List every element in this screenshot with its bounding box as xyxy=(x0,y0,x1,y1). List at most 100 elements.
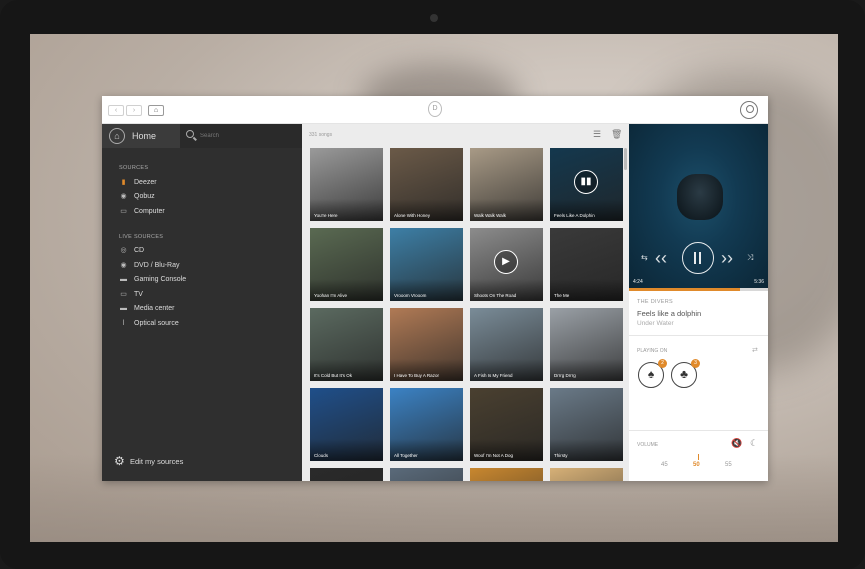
edit-sources-button[interactable]: ⚙ Edit my sources xyxy=(114,455,234,469)
mute-icon[interactable]: 🔇 xyxy=(731,438,742,449)
album-tile[interactable]: The Me xyxy=(550,228,623,301)
top-bar: ‹ › ⌂ D xyxy=(102,96,768,124)
forward-button[interactable]: › xyxy=(126,105,142,116)
progress-fill xyxy=(629,288,741,291)
album-title: Yoohan I'm Alive xyxy=(314,293,347,298)
album-tile[interactable]: A Fish Is My Friend xyxy=(470,308,543,381)
tv-icon: ▭ xyxy=(120,291,127,298)
source-qobuz[interactable]: ◉ Qobuz xyxy=(119,192,279,204)
progress-bar[interactable] xyxy=(629,288,768,291)
previous-icon[interactable]: ‹‹ xyxy=(655,248,667,269)
album-tile[interactable]: ▶ Shoots On The Road xyxy=(470,228,543,301)
equalizer-icon[interactable]: ▮▮ xyxy=(574,170,598,194)
album-tile[interactable]: Alone With Honey xyxy=(390,148,463,221)
search-input[interactable] xyxy=(200,130,295,142)
album-tile[interactable]: Clouds xyxy=(310,388,383,461)
album-tile[interactable]: Walk Walk Walk xyxy=(470,148,543,221)
album-title: Alone With Honey xyxy=(394,213,431,218)
playing-on-label: PLAYING ON xyxy=(637,348,668,354)
list-view-icon[interactable]: ☰ xyxy=(593,130,605,139)
album-title: A Fish Is My Friend xyxy=(474,373,513,378)
device-speaker[interactable]: ♠ 2 xyxy=(638,359,667,388)
cd-icon: ◎ xyxy=(120,247,127,254)
album-tile[interactable]: Vrooom Vrooom xyxy=(390,228,463,301)
album-tile[interactable]: It's Cold But It's Ok xyxy=(310,308,383,381)
repeat-icon[interactable]: ⇆ xyxy=(641,253,648,262)
album-tile[interactable]: You're Here xyxy=(310,148,383,221)
home-label: Home xyxy=(132,131,157,141)
home-button[interactable]: ⌂ Home xyxy=(102,124,180,148)
source-gaming-console[interactable]: ▬ Gaming Console xyxy=(119,275,279,287)
song-count: 331 songs xyxy=(309,132,333,138)
track-title: Feels like a dolphin xyxy=(637,309,702,318)
album-tile[interactable]: Yoohan I'm Alive xyxy=(310,228,383,301)
album-title: Feels Like A Dolphin xyxy=(554,213,595,218)
album-tile[interactable]: All Together xyxy=(390,388,463,461)
volume-tick-selected: 50 xyxy=(693,462,700,468)
chevron-left-icon: ‹ xyxy=(114,107,118,114)
source-computer[interactable]: ▭ Computer xyxy=(119,207,279,219)
live-sources-heading: LIVE SOURCES xyxy=(119,234,164,240)
app-logo: D xyxy=(428,101,442,117)
dvd-icon: ◉ xyxy=(120,262,127,269)
album-title: Walk Walk Walk xyxy=(474,213,506,218)
volume-tick: 45 xyxy=(661,462,668,468)
media-center-icon: ▬ xyxy=(120,305,127,312)
album-title: All Together xyxy=(394,453,418,458)
camera-dot xyxy=(430,14,438,22)
user-icon[interactable] xyxy=(740,101,758,119)
source-dvd[interactable]: ◉ DVD / Blu-Ray xyxy=(119,261,279,273)
album-title: Shoots On The Road xyxy=(474,293,517,298)
sources-heading: SOURCES xyxy=(119,165,149,171)
next-icon[interactable]: ›› xyxy=(721,248,733,269)
time-total: 5:36 xyxy=(754,279,764,285)
shuffle-icon[interactable]: ⤨ xyxy=(747,253,753,263)
album-tile[interactable]: Drrrg Drrrg xyxy=(550,308,623,381)
album-tile[interactable] xyxy=(310,468,383,481)
home-icon: ⌂ xyxy=(153,107,159,114)
swap-icon[interactable]: ⇄ xyxy=(752,346,758,354)
duck-icon: ♣ xyxy=(680,367,688,381)
album-tile[interactable]: I Have To Buy A Razor xyxy=(390,308,463,381)
speaker-icon: ♠ xyxy=(647,367,655,381)
device-badge: 2 xyxy=(658,359,667,368)
volume-tick: 55 xyxy=(725,462,732,468)
trash-icon[interactable]: 🗑 xyxy=(611,129,622,140)
gamepad-icon: ▬ xyxy=(120,276,127,283)
album-title: The Me xyxy=(554,293,570,298)
device-badge: 3 xyxy=(691,359,700,368)
sidebar: ⌂ Home SOURCES ▮ Deezer ◉ Qobuz ▭ Comput… xyxy=(102,124,302,481)
volume-slider[interactable]: 45 50 55 xyxy=(629,454,768,481)
pause-button[interactable] xyxy=(682,242,714,274)
album-title: Vrooom Vrooom xyxy=(394,293,427,298)
album-title: Thirsty xyxy=(554,453,568,458)
device-duck[interactable]: ♣ 3 xyxy=(671,359,700,388)
optical-icon: ǀ xyxy=(122,320,125,327)
source-optical[interactable]: ǀ Optical source xyxy=(119,319,279,331)
track-artist: THE DIVERS xyxy=(637,299,674,305)
album-tile[interactable]: Woof I'm Not A Dog xyxy=(470,388,543,461)
player-panel: ⇆ ‹‹ ›› ⤨ 4:24 5:36 THE DIVERS Feels lik… xyxy=(629,124,768,481)
source-cd[interactable]: ◎ CD xyxy=(119,246,279,258)
album-tile[interactable]: ▮▮ Feels Like A Dolphin xyxy=(550,148,623,221)
source-media-center[interactable]: ▬ Media center xyxy=(119,304,279,316)
deezer-icon: ▮ xyxy=(121,179,126,186)
play-icon[interactable]: ▶ xyxy=(494,250,518,274)
computer-icon: ▭ xyxy=(120,208,127,215)
volume-label: VOLUME xyxy=(637,442,659,448)
album-tile[interactable] xyxy=(390,468,463,481)
moon-icon[interactable]: ☾ xyxy=(750,438,758,449)
source-tv[interactable]: ▭ TV xyxy=(119,290,279,302)
volume-marker xyxy=(698,454,699,460)
album-title: I Have To Buy A Razor xyxy=(394,373,439,378)
library-panel: 331 songs ☰ 🗑 You're Here Alone With Hone… xyxy=(302,124,629,481)
home-icon: ⌂ xyxy=(109,128,125,144)
album-tile[interactable]: Thirsty xyxy=(550,388,623,461)
album-tile[interactable] xyxy=(470,468,543,481)
source-deezer[interactable]: ▮ Deezer xyxy=(119,178,279,190)
chevron-right-icon: › xyxy=(132,107,136,114)
scrollbar[interactable] xyxy=(624,148,627,170)
home-nav-button[interactable]: ⌂ xyxy=(148,105,164,116)
back-button[interactable]: ‹ xyxy=(108,105,124,116)
album-tile[interactable] xyxy=(550,468,623,481)
